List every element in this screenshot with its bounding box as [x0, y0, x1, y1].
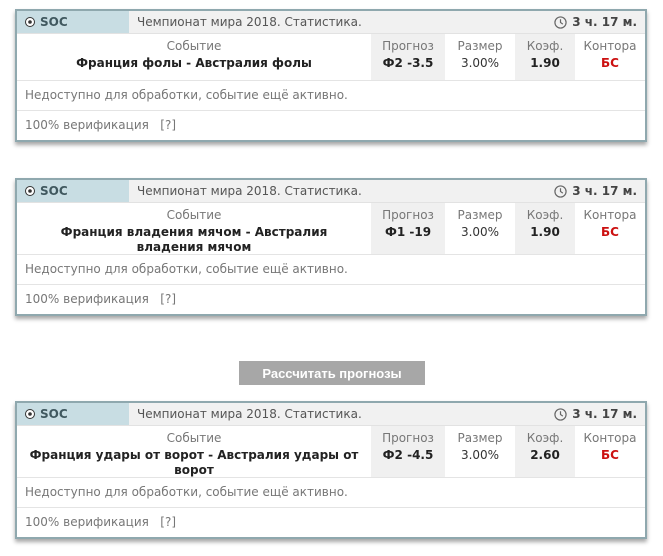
event-name: Франция фолы - Австралия фолы	[76, 56, 312, 70]
forecast-cell: Прогноз Ф2 -3.5	[371, 34, 445, 80]
bet-card-2: SOC Чемпионат мира 2018. Статистика. 3 ч…	[15, 178, 647, 316]
event-name: Франция владения мячом - Австралия владе…	[60, 225, 328, 254]
time-text: 3 ч. 17 м.	[572, 407, 637, 421]
coef-header: Коэф.	[526, 431, 564, 445]
coef-cell: Коэф. 2.60	[515, 426, 575, 477]
help-link[interactable]: [?]	[160, 515, 176, 529]
forecast-value: Ф2 -4.5	[382, 448, 434, 462]
size-header: Размер	[457, 39, 503, 53]
bet-row: Событие Франция фолы - Австралия фолы Пр…	[17, 34, 645, 81]
event-cell: Событие Франция фолы - Австралия фолы	[17, 34, 371, 80]
verification-line: 100% верификация [?]	[17, 508, 645, 537]
forecast-header: Прогноз	[382, 39, 434, 53]
coef-value: 1.90	[530, 225, 560, 239]
forecast-header: Прогноз	[382, 431, 434, 445]
coef-cell: Коэф. 1.90	[515, 34, 575, 80]
sport-label: SOC	[40, 15, 68, 29]
bookmaker-header: Контора	[583, 39, 637, 53]
status-line: Недоступно для обработки, событие ещё ак…	[17, 478, 645, 508]
clock-icon	[554, 407, 567, 421]
verification-text: 100% верификация	[25, 515, 149, 529]
forecast-value: Ф1 -19	[384, 225, 432, 239]
size-cell: Размер 3.00%	[445, 426, 515, 477]
forecast-cell: Прогноз Ф1 -19	[371, 203, 445, 254]
bookmaker-header: Контора	[583, 431, 637, 445]
bookmaker-header: Контора	[583, 208, 637, 222]
size-header: Размер	[457, 431, 503, 445]
bookmaker-cell: Контора БС	[575, 34, 645, 80]
soccer-ball-icon	[25, 409, 35, 419]
time-left: 3 ч. 17 м.	[554, 15, 645, 29]
card-header: SOC Чемпионат мира 2018. Статистика. 3 ч…	[17, 180, 645, 203]
bookmaker-cell: Контора БС	[575, 426, 645, 477]
size-value: 3.00%	[460, 56, 500, 70]
card-header: SOC Чемпионат мира 2018. Статистика. 3 ч…	[17, 11, 645, 34]
coef-value: 2.60	[530, 448, 560, 462]
coef-value: 1.90	[530, 56, 560, 70]
sport-badge: SOC	[17, 403, 129, 425]
card-header: SOC Чемпионат мира 2018. Статистика. 3 ч…	[17, 403, 645, 426]
forecast-value: Ф2 -3.5	[382, 56, 434, 70]
event-header: Событие	[166, 39, 222, 53]
bookmaker-cell: Контора БС	[575, 203, 645, 254]
bet-row: Событие Франция удары от ворот - Австрал…	[17, 426, 645, 478]
tournament-title: Чемпионат мира 2018. Статистика.	[137, 15, 362, 29]
bet-row: Событие Франция владения мячом - Австрал…	[17, 203, 645, 255]
time-left: 3 ч. 17 м.	[554, 184, 645, 198]
verification-text: 100% верификация	[25, 292, 149, 306]
size-value: 3.00%	[460, 225, 500, 239]
status-line: Недоступно для обработки, событие ещё ак…	[17, 255, 645, 285]
forecast-cell: Прогноз Ф2 -4.5	[371, 426, 445, 477]
time-text: 3 ч. 17 м.	[572, 184, 637, 198]
event-name: Франция удары от ворот - Австралия удары…	[29, 448, 359, 477]
size-cell: Размер 3.00%	[445, 203, 515, 254]
size-header: Размер	[457, 208, 503, 222]
event-cell: Событие Франция удары от ворот - Австрал…	[17, 426, 371, 477]
tournament-title: Чемпионат мира 2018. Статистика.	[137, 184, 362, 198]
verification-line: 100% верификация [?]	[17, 111, 645, 140]
help-link[interactable]: [?]	[160, 292, 176, 306]
size-value: 3.00%	[460, 448, 500, 462]
event-header: Событие	[166, 208, 222, 222]
calculate-forecasts-button[interactable]: Рассчитать прогнозы	[239, 361, 425, 385]
event-header: Событие	[166, 431, 222, 445]
soccer-ball-icon	[25, 17, 35, 27]
verification-line: 100% верификация [?]	[17, 285, 645, 314]
bet-card-3: SOC Чемпионат мира 2018. Статистика. 3 ч…	[15, 401, 647, 539]
bookmaker-value: БС	[601, 56, 619, 70]
tournament-title: Чемпионат мира 2018. Статистика.	[137, 407, 362, 421]
time-left: 3 ч. 17 м.	[554, 407, 645, 421]
sport-badge: SOC	[17, 180, 129, 202]
clock-icon	[554, 184, 567, 198]
bookmaker-value: БС	[601, 225, 619, 239]
help-link[interactable]: [?]	[160, 118, 176, 132]
bet-card-1: SOC Чемпионат мира 2018. Статистика. 3 ч…	[15, 9, 647, 142]
verification-text: 100% верификация	[25, 118, 149, 132]
bookmaker-value: БС	[601, 448, 619, 462]
clock-icon	[554, 15, 567, 29]
soccer-ball-icon	[25, 186, 35, 196]
coef-header: Коэф.	[526, 208, 564, 222]
sport-label: SOC	[40, 407, 68, 421]
coef-header: Коэф.	[526, 39, 564, 53]
sport-badge: SOC	[17, 11, 129, 33]
size-cell: Размер 3.00%	[445, 34, 515, 80]
sport-label: SOC	[40, 184, 68, 198]
event-cell: Событие Франция владения мячом - Австрал…	[17, 203, 371, 254]
time-text: 3 ч. 17 м.	[572, 15, 637, 29]
forecast-header: Прогноз	[382, 208, 434, 222]
coef-cell: Коэф. 1.90	[515, 203, 575, 254]
status-line: Недоступно для обработки, событие ещё ак…	[17, 81, 645, 111]
